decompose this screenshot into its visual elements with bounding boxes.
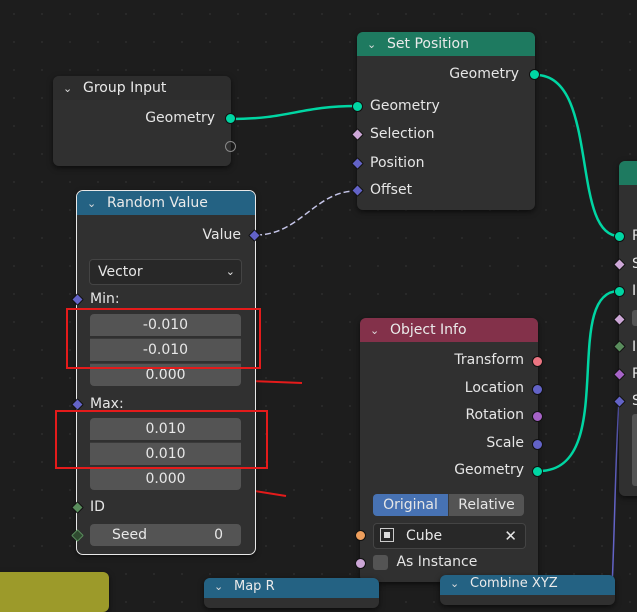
bottom-left-partial-node[interactable] xyxy=(0,572,109,612)
group-input-node[interactable]: ⌄ Group Input Geometry xyxy=(53,76,236,166)
annotation-box-min xyxy=(66,308,261,369)
chevron-down-icon[interactable]: ⌄ xyxy=(367,33,381,57)
set-position-node[interactable]: ⌄ Set Position Geometry Geometry Selectio… xyxy=(351,32,540,210)
rotation-output-socket[interactable] xyxy=(532,411,543,422)
right-input-socket-6[interactable] xyxy=(613,368,626,381)
output-geometry-label: Geometry xyxy=(145,110,215,126)
node-title: Group Input xyxy=(83,80,167,96)
group-input-header[interactable]: ⌄ Group Input xyxy=(53,76,231,100)
object-input-socket[interactable] xyxy=(355,530,366,541)
node-title: Set Position xyxy=(387,36,469,52)
right-label-1: P xyxy=(632,228,637,244)
right-label-2: S xyxy=(632,256,637,272)
input-selection-label: Selection xyxy=(370,126,435,142)
right-label-7: S xyxy=(632,393,637,409)
geometry-input-socket[interactable] xyxy=(352,101,363,112)
object-info-header[interactable]: ⌄ Object Info xyxy=(360,318,538,342)
seed-label: Seed xyxy=(112,527,147,543)
geometry-output-socket[interactable] xyxy=(225,113,236,124)
node-title: Object Info xyxy=(390,322,467,338)
node-title: Random Value xyxy=(107,195,208,211)
right-input-socket-3[interactable] xyxy=(614,286,625,297)
max-input-socket[interactable] xyxy=(71,398,84,411)
right-field-4[interactable] xyxy=(632,310,637,326)
chevron-down-icon[interactable]: ⌄ xyxy=(214,578,228,596)
offset-input-socket[interactable] xyxy=(351,184,364,197)
object-name: Cube xyxy=(406,528,443,544)
min-input-socket[interactable] xyxy=(71,293,84,306)
node-title: Map R xyxy=(234,579,275,594)
link-right-down xyxy=(611,399,620,588)
right-partial-node[interactable]: P S I I R S xyxy=(613,161,637,496)
right-input-socket-2[interactable] xyxy=(613,258,626,271)
random-value-node[interactable]: ⌄ Random Value Value Vector ⌄ Min: -0.010… xyxy=(71,190,261,555)
bottom-right-header[interactable]: ⌄ Combine XYZ xyxy=(440,575,615,595)
as-instance-input-socket[interactable] xyxy=(355,558,366,569)
output-location-label: Location xyxy=(464,380,524,396)
set-position-header[interactable]: ⌄ Set Position xyxy=(357,32,535,56)
scale-output-socket[interactable] xyxy=(532,439,543,450)
node-title: Combine XYZ xyxy=(470,576,558,591)
annotation-box-max xyxy=(55,410,268,469)
seed-input-socket[interactable] xyxy=(71,529,84,542)
id-label: ID xyxy=(90,499,105,515)
right-input-socket-1[interactable] xyxy=(614,231,625,242)
right-input-socket-7[interactable] xyxy=(613,395,626,408)
as-instance-checkbox[interactable]: As Instance xyxy=(373,551,477,573)
close-icon[interactable]: ✕ xyxy=(504,524,517,548)
right-label-5: I xyxy=(632,339,637,355)
output-transform-label: Transform xyxy=(454,352,524,368)
max-z-field[interactable]: 0.000 xyxy=(90,467,241,490)
chevron-down-icon[interactable]: ⌄ xyxy=(63,77,77,101)
min-label: Min: xyxy=(90,291,120,307)
bottom-mid-partial-node[interactable]: ⌄ Map R xyxy=(204,578,379,608)
right-input-socket-5[interactable] xyxy=(613,340,626,353)
output-geometry-label: Geometry xyxy=(449,66,519,82)
chevron-down-icon[interactable]: ⌄ xyxy=(370,319,384,343)
original-button[interactable]: Original xyxy=(373,494,448,516)
value-output-socket[interactable] xyxy=(248,229,261,242)
right-label-6: R xyxy=(632,366,637,382)
link-objectinfo-right xyxy=(538,289,620,473)
id-input-socket[interactable] xyxy=(71,501,84,514)
output-rotation-label: Rotation xyxy=(465,407,524,423)
empty-output-socket[interactable] xyxy=(225,141,236,152)
relative-button[interactable]: Relative xyxy=(448,494,524,516)
right-field-8[interactable] xyxy=(632,414,637,486)
input-geometry-label: Geometry xyxy=(370,98,440,114)
right-input-socket-4[interactable] xyxy=(613,313,626,326)
bottom-right-partial-node[interactable]: ⌄ Combine XYZ xyxy=(440,575,615,605)
chevron-down-icon: ⌄ xyxy=(225,265,235,278)
selection-input-socket[interactable] xyxy=(351,128,364,141)
link-random-offset xyxy=(255,190,357,236)
output-geometry-label: Geometry xyxy=(454,462,524,478)
data-type-dropdown[interactable]: Vector ⌄ xyxy=(89,259,242,285)
seed-field[interactable]: Seed 0 xyxy=(90,524,241,546)
object-field[interactable]: Cube ✕ xyxy=(373,523,526,549)
geometry-output-socket[interactable] xyxy=(529,69,540,80)
output-value-label: Value xyxy=(202,227,241,243)
seed-value: 0 xyxy=(214,527,223,543)
right-partial-header[interactable] xyxy=(619,161,637,185)
chevron-down-icon[interactable]: ⌄ xyxy=(450,575,464,593)
position-input-socket[interactable] xyxy=(351,157,364,170)
transform-output-socket[interactable] xyxy=(532,356,543,367)
as-instance-label: As Instance xyxy=(396,554,478,570)
input-offset-label: Offset xyxy=(370,182,413,198)
bottom-mid-header[interactable]: ⌄ Map R xyxy=(204,578,379,598)
transform-space-toggle: Original Relative xyxy=(373,494,524,516)
output-scale-label: Scale xyxy=(486,435,524,451)
chevron-down-icon[interactable]: ⌄ xyxy=(87,192,101,216)
geometry-output-socket[interactable] xyxy=(532,466,543,477)
right-label-3: I xyxy=(632,283,637,299)
cube-object-icon xyxy=(380,528,394,542)
link-setposition-right xyxy=(535,73,620,238)
object-info-node[interactable]: ⌄ Object Info Transform Location Rotation… xyxy=(355,318,543,582)
checkbox-box[interactable] xyxy=(373,554,388,570)
random-value-header[interactable]: ⌄ Random Value xyxy=(77,191,255,215)
data-type-value: Vector xyxy=(98,264,143,280)
input-position-label: Position xyxy=(370,155,425,171)
link-groupinput-setposition xyxy=(230,104,358,121)
location-output-socket[interactable] xyxy=(532,384,543,395)
